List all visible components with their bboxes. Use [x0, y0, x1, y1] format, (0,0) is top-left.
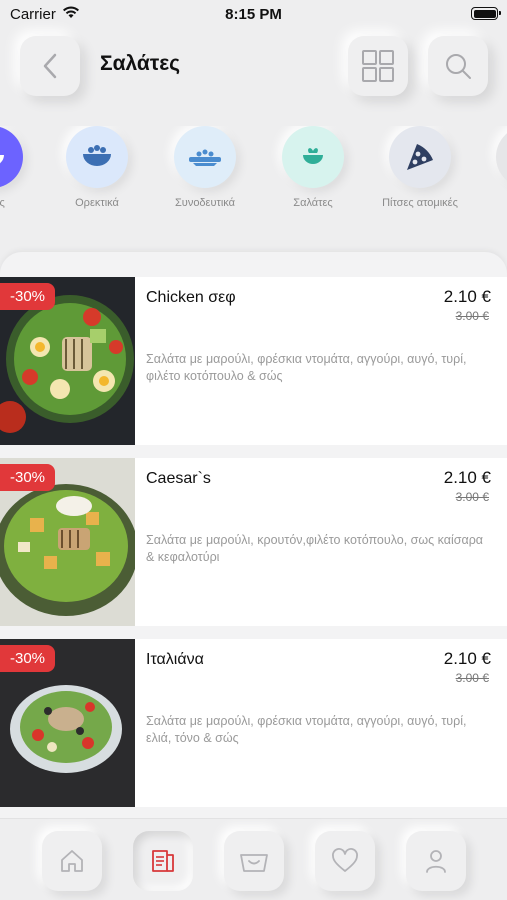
category-label: Ορεκτικά: [75, 197, 119, 209]
category-item[interactable]: Σαλάτες: [253, 126, 373, 209]
status-bar: Carrier 8:15 PM: [0, 0, 507, 28]
category-item[interactable]: Ορεκτικά: [37, 126, 157, 209]
grid-icon: [362, 50, 394, 82]
product-description: Σαλάτα με μαρούλι, φρέσκια ντομάτα, αγγο…: [146, 714, 467, 745]
product-name: Chicken σεφ: [146, 289, 236, 306]
product-price: 2.10 €: [443, 468, 491, 487]
category-carousel[interactable]: ...ρές Ορεκτικά Συνοδευτικά Σαλάτες: [0, 126, 507, 226]
discount-badge: -30%: [0, 645, 56, 672]
category-icon-circle: [282, 126, 344, 188]
dish-icon: [189, 149, 221, 166]
basket-icon: [240, 854, 268, 872]
product-card[interactable]: -30% Ιταλιάνα 2.10 € 3.00 € Σαλάτα με μα…: [0, 639, 507, 807]
pizza-icon: [407, 144, 433, 170]
clock: 8:15 PM: [225, 6, 282, 23]
menu-icon: [152, 850, 174, 872]
category-icon-circle: [174, 126, 236, 188]
nav-favorites-button[interactable]: [315, 831, 375, 891]
product-old-price: 3.00 €: [455, 309, 489, 323]
category-icon-circle: [389, 126, 451, 188]
category-label: Συνοδευτικά: [175, 197, 235, 209]
category-label: Πίτσες ατομικές: [382, 197, 458, 209]
product-card[interactable]: -30% Caesar`s 2.10 € 3.00 € Σαλάτα με μα…: [0, 458, 507, 626]
nav-home-button[interactable]: [42, 831, 102, 891]
product-description: Σαλάτα με μαρούλι, φρέσκια ντομάτα, αγγο…: [146, 352, 467, 383]
category-icon-circle: [496, 126, 507, 188]
product-name: Caesar`s: [146, 470, 211, 487]
bottom-navigation: [0, 818, 507, 900]
product-price: 2.10 €: [443, 287, 491, 306]
category-icon-circle: [0, 126, 23, 188]
page-title: Σαλάτες: [100, 52, 181, 75]
product-old-price: 3.00 €: [455, 490, 489, 504]
category-item[interactable]: Πίτσες ατομικές: [360, 126, 480, 209]
home-icon: [61, 850, 83, 872]
product-old-price: 3.00 €: [455, 671, 489, 685]
product-description: Σαλάτα με μαρούλι, κρουτόν,φιλέτο κοτόπο…: [146, 533, 484, 564]
discount-badge: -30%: [0, 283, 56, 310]
nav-profile-button[interactable]: [406, 831, 466, 891]
bowl-icon: [0, 155, 4, 164]
product-card[interactable]: -30% Chicken σεφ 2.10 € 3.00 € Σαλάτα με…: [0, 277, 507, 445]
heart-icon: [332, 848, 358, 872]
discount-badge: -30%: [0, 464, 56, 491]
battery-icon: [471, 7, 501, 20]
salad-icon: [303, 148, 323, 164]
back-button[interactable]: [20, 36, 80, 96]
search-button[interactable]: [428, 36, 488, 96]
chevron-left-icon: [43, 53, 57, 79]
category-item[interactable]: [467, 126, 507, 188]
category-item[interactable]: Συνοδευτικά: [145, 126, 265, 209]
nav-basket-button[interactable]: [224, 831, 284, 891]
product-price: 2.10 €: [443, 649, 491, 668]
product-list[interactable]: -30% Chicken σεφ 2.10 € 3.00 € Σαλάτα με…: [0, 252, 507, 832]
category-label: Σαλάτες: [293, 197, 333, 209]
bowl-icon: [83, 145, 111, 166]
category-icon-circle: [66, 126, 128, 188]
product-name: Ιταλιάνα: [146, 651, 204, 668]
nav-menu-button[interactable]: [133, 831, 193, 891]
profile-icon: [426, 850, 446, 873]
search-icon: [446, 54, 471, 79]
grid-view-button[interactable]: [348, 36, 408, 96]
